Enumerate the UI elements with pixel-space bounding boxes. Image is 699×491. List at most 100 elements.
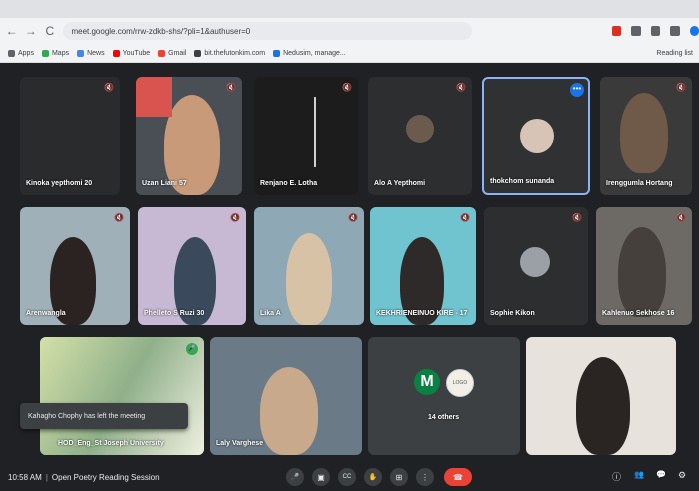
- mic-muted-icon: 🔇: [676, 213, 686, 222]
- bookmark-nedusim[interactable]: Nedusim, manage...: [273, 49, 346, 57]
- others-avatar: M: [414, 369, 440, 395]
- present-icon[interactable]: ⊞: [390, 468, 408, 486]
- participant-tile[interactable]: 🔇 Phelleto S Ruzi 30: [138, 207, 246, 325]
- people-icon[interactable]: 👥: [634, 470, 644, 479]
- bookmarks-bar: Apps Maps News YouTube Gmail bit.thefuto…: [0, 44, 699, 63]
- more-options-icon[interactable]: ⋮: [416, 468, 434, 486]
- participant-tile[interactable]: 🎤 HOD_Eng_St Joseph University: [40, 337, 204, 455]
- participant-name: Sophie Kikon: [490, 310, 535, 317]
- mic-muted-icon: 🔇: [230, 213, 240, 222]
- bookmark-label: Maps: [51, 49, 70, 57]
- camera-permission-icon[interactable]: [611, 26, 622, 36]
- news-icon: [77, 49, 85, 57]
- participant-video: [314, 97, 316, 167]
- raise-hand-icon[interactable]: ✋: [364, 468, 382, 486]
- participant-avatar: [520, 247, 550, 277]
- left-meeting-toast: Kahagho Chophy has left the meeting: [20, 403, 188, 429]
- star-icon[interactable]: [650, 26, 661, 36]
- maps-icon: [41, 49, 49, 57]
- bookmark-youtube[interactable]: YouTube: [112, 49, 151, 57]
- participant-tile[interactable]: 🔇 Uzan Liani 57: [136, 77, 242, 195]
- participant-name: Arenwangla: [26, 310, 66, 317]
- browser-address-bar: ← → C meet.google.com/rrw-zdkb-shs/?pli=…: [0, 18, 699, 44]
- participant-tile-active[interactable]: ••• thokchom sunanda: [482, 77, 590, 195]
- gmail-icon: [158, 49, 166, 57]
- bookmark-label: Nedusim, manage...: [283, 49, 346, 57]
- more-options-icon[interactable]: •••: [570, 83, 584, 97]
- mic-muted-icon: 🔇: [342, 83, 352, 92]
- mic-active-icon: 🎤: [186, 343, 198, 355]
- bookmark-gmail[interactable]: Gmail: [158, 49, 186, 57]
- participant-name: Lika A: [260, 310, 281, 317]
- participant-tile[interactable]: 🔇 Kahlenuo Sekhose 16: [596, 207, 692, 325]
- mic-icon[interactable]: 🎤: [286, 468, 304, 486]
- participant-avatar: [520, 119, 554, 153]
- mic-muted-icon: 🔇: [676, 83, 686, 92]
- participant-name: HOD_Eng_St Joseph University: [58, 440, 164, 447]
- participant-name: Irenggumla Hortang: [606, 180, 673, 187]
- puzzle-icon[interactable]: [670, 26, 680, 36]
- participant-tile[interactable]: 🔇 Renjano E. Lotha: [254, 77, 358, 195]
- back-icon[interactable]: ←: [4, 23, 19, 39]
- forward-icon[interactable]: →: [23, 23, 38, 39]
- participant-name: Kahlenuo Sekhose 16: [602, 310, 675, 317]
- participant-video: [260, 367, 318, 455]
- camera-icon[interactable]: ▣: [312, 468, 330, 486]
- bookmark-label: YouTube: [122, 49, 151, 57]
- mic-muted-icon: 🔇: [226, 83, 236, 92]
- apps-icon: [8, 49, 15, 57]
- bookmark-apps[interactable]: Apps: [8, 49, 34, 57]
- participant-tile[interactable]: 🔇 Lika A: [254, 207, 364, 325]
- url-bar[interactable]: meet.google.com/rrw-zdkb-shs/?pli=1&auth…: [63, 22, 472, 40]
- mic-muted-icon: 🔇: [572, 213, 582, 222]
- reload-icon[interactable]: C: [42, 23, 57, 39]
- participant-tile[interactable]: 🔇 KEKHRIENEINUO KIRE - 17: [370, 207, 476, 325]
- participant-tile[interactable]: [526, 337, 676, 455]
- meeting-details-icon[interactable]: ⓘ: [612, 470, 621, 483]
- end-call-icon[interactable]: ☎: [444, 468, 472, 486]
- activities-icon[interactable]: ⚙: [678, 470, 686, 481]
- bookmark-icon: [273, 49, 281, 57]
- participant-name: thokchom sunanda: [490, 178, 555, 185]
- participant-tile[interactable]: 🔇 Sophie Kikon: [484, 207, 588, 325]
- mic-muted-icon: 🔇: [456, 83, 466, 92]
- meet-screen: ← → C meet.google.com/rrw-zdkb-shs/?pli=…: [0, 0, 699, 491]
- bookmark-news[interactable]: News: [77, 49, 105, 57]
- youtube-icon: [112, 49, 120, 57]
- participant-name: Alo A Yepthomi: [374, 180, 426, 187]
- mic-muted-icon: 🔇: [460, 213, 470, 222]
- chat-icon[interactable]: 💬: [656, 470, 666, 479]
- extension-icon[interactable]: [631, 26, 641, 36]
- participant-tile[interactable]: Laly Varghese: [210, 337, 362, 455]
- participant-name: Kinoka yepthomi 20: [26, 180, 93, 187]
- participant-tile[interactable]: M LOGO 14 others: [368, 337, 520, 455]
- participant-name: KEKHRIENEINUO KIRE - 17: [376, 310, 468, 317]
- participant-tile[interactable]: 🔇 Alo A Yepthomi: [368, 77, 472, 195]
- participant-video: [618, 227, 666, 317]
- participant-tile[interactable]: 🔇 Arenwangla: [20, 207, 130, 325]
- participant-video: [286, 233, 332, 325]
- profile-icon[interactable]: [689, 26, 699, 36]
- mic-muted-icon: 🔇: [348, 213, 358, 222]
- participant-avatar: [406, 115, 434, 143]
- others-logo: LOGO: [446, 369, 474, 397]
- url-text: meet.google.com/rrw-zdkb-shs/?pli=1&auth…: [71, 26, 251, 36]
- bookmark-site[interactable]: bit.thefutonkim.com: [194, 49, 265, 57]
- participant-name: Uzan Liani 57: [142, 180, 187, 187]
- participant-name: Renjano E. Lotha: [260, 180, 318, 187]
- toast-text: Kahagho Chophy has left the meeting: [28, 412, 146, 420]
- captions-icon[interactable]: CC: [338, 468, 356, 486]
- participant-name: Phelleto S Ruzi 30: [144, 310, 205, 317]
- globe-icon: [194, 49, 202, 57]
- participant-video-bg: [136, 77, 172, 117]
- mic-muted-icon: 🔇: [104, 83, 114, 92]
- participant-tile[interactable]: 🔇 Irenggumla Hortang: [600, 77, 692, 195]
- mic-muted-icon: 🔇: [114, 213, 124, 222]
- participant-tile[interactable]: 🔇 Kinoka yepthomi 20: [20, 77, 120, 195]
- meeting-title: Open Poetry Reading Session: [51, 472, 160, 482]
- separator: |: [45, 472, 48, 482]
- participant-name: Laly Varghese: [216, 440, 264, 447]
- bookmark-maps[interactable]: Maps: [41, 49, 70, 57]
- meeting-clock: 10:58 AM: [8, 472, 42, 482]
- reading-list-button[interactable]: Reading list: [656, 44, 693, 62]
